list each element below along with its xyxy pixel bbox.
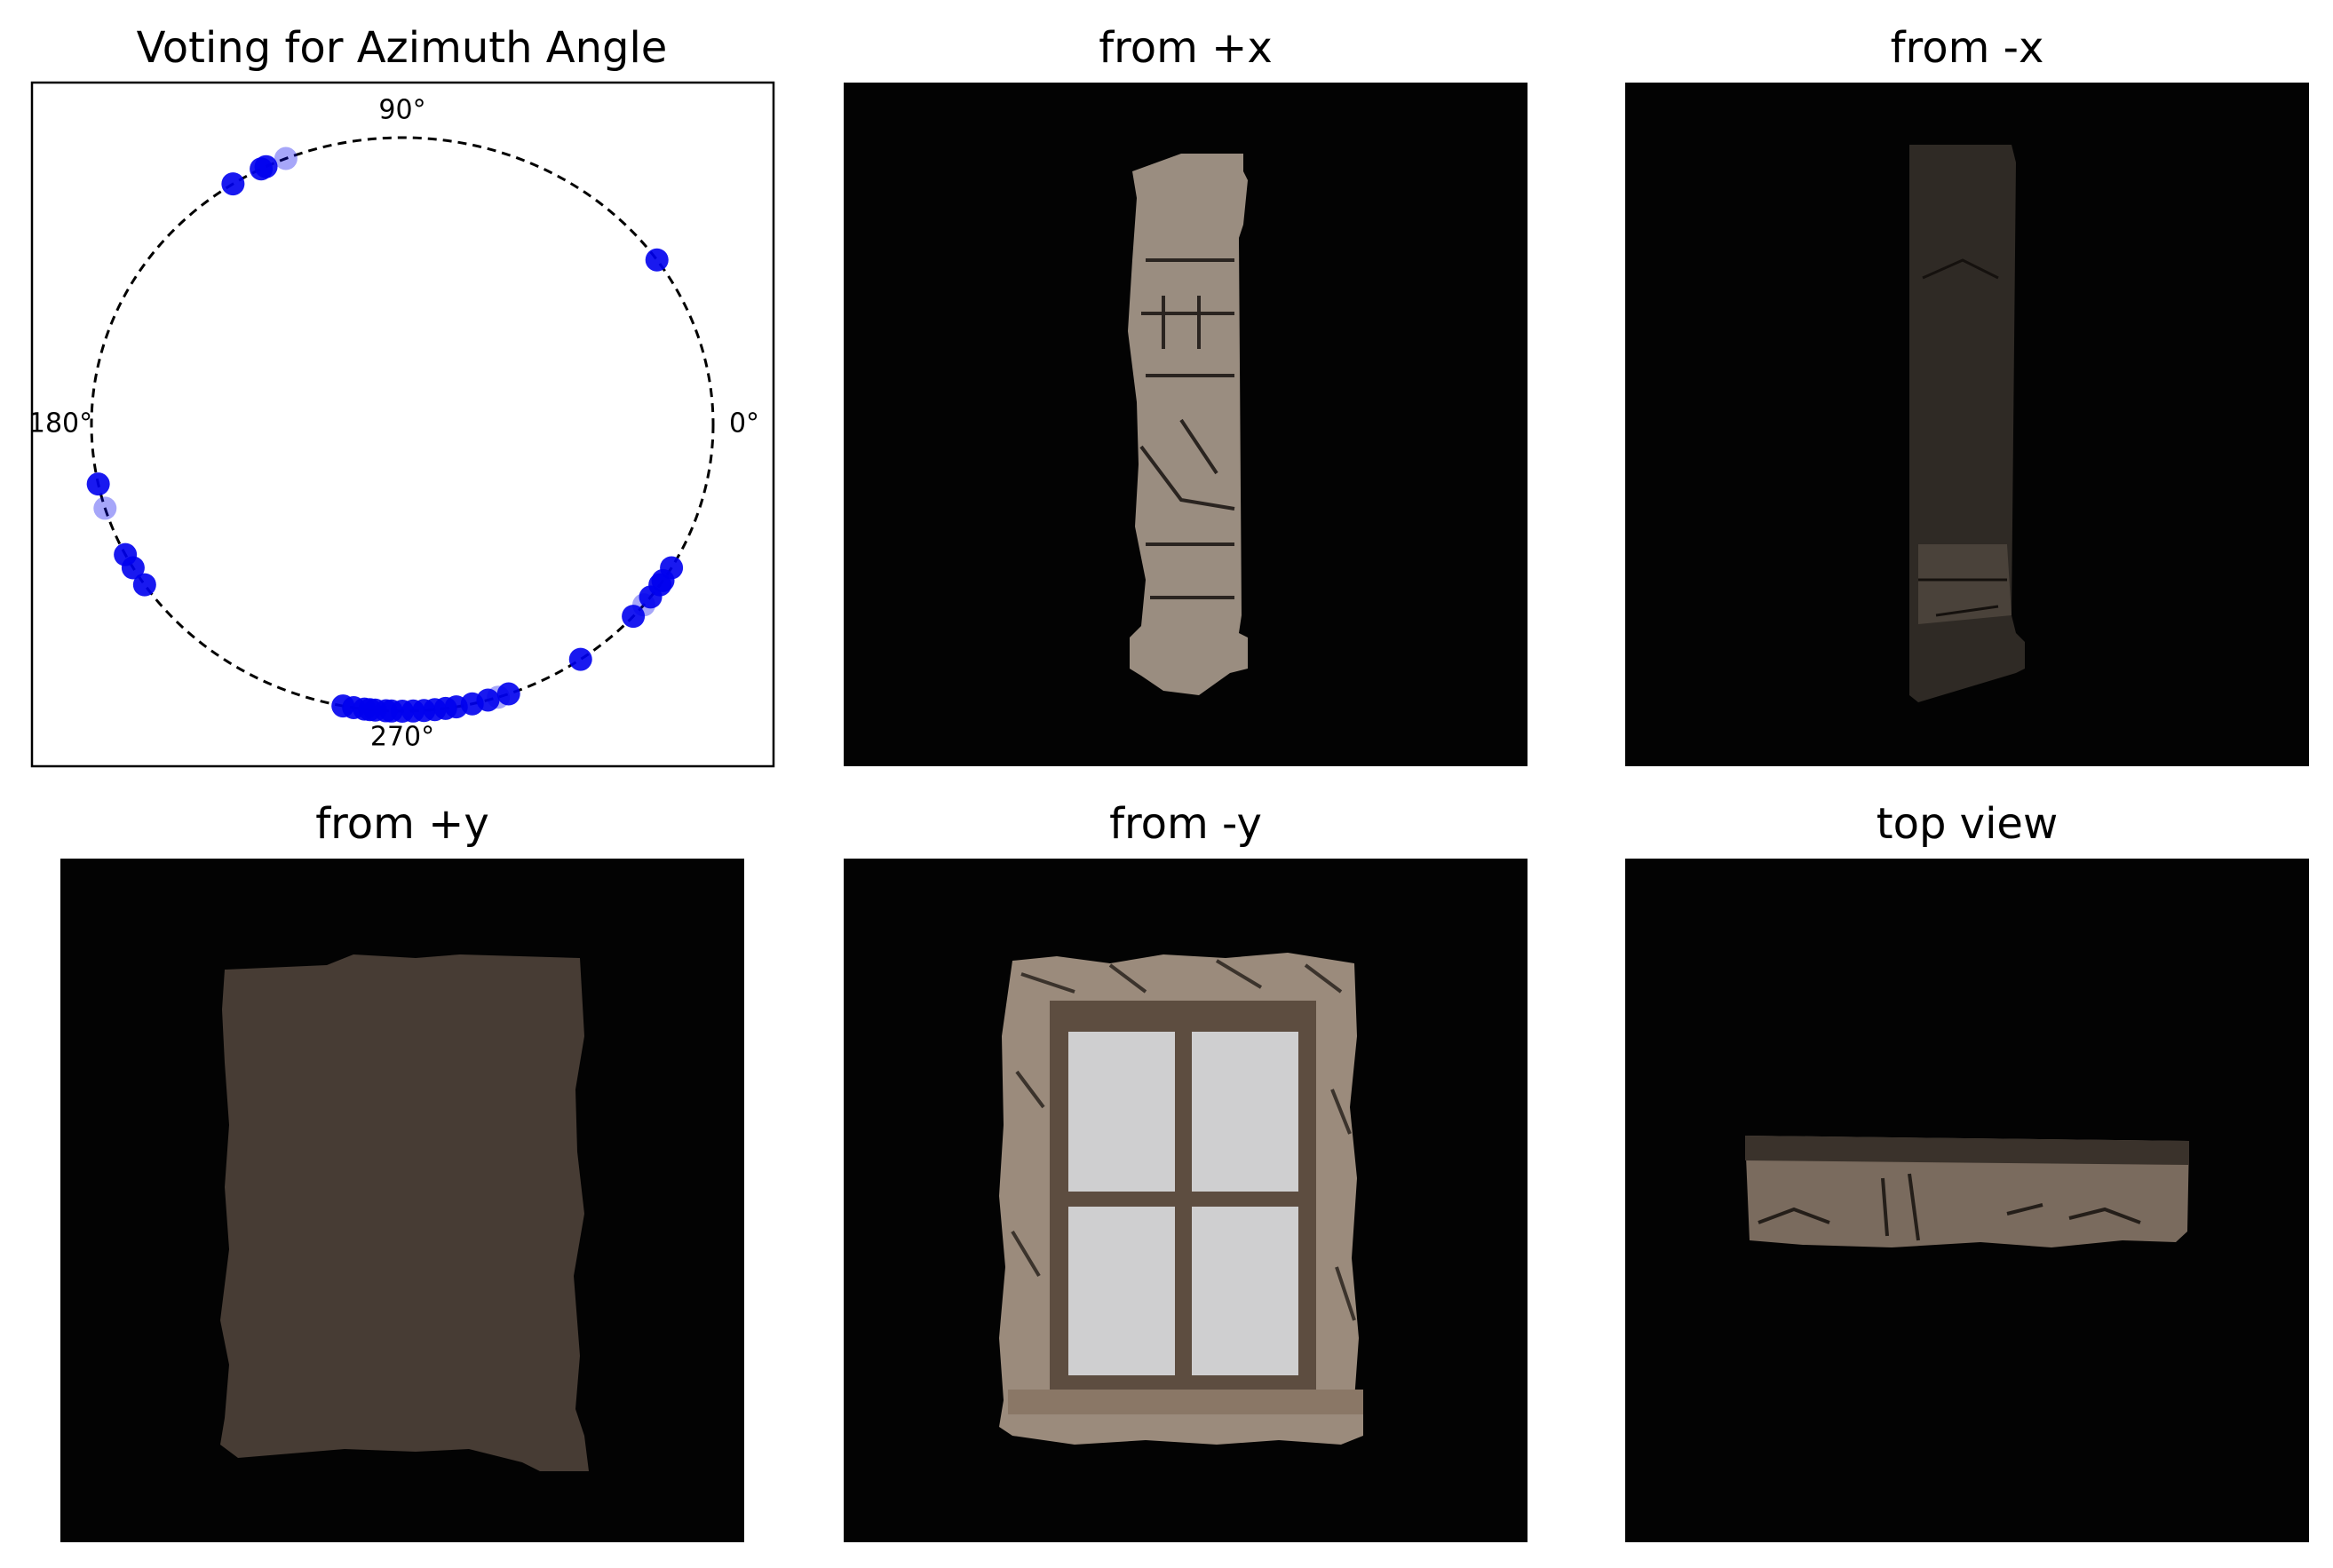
panel-title-from-minus-y: from -y — [1109, 799, 1262, 849]
window-pane-top-left — [1068, 1032, 1175, 1192]
top-shadow — [1745, 1136, 2189, 1165]
vote-point — [250, 157, 274, 181]
vote-point — [353, 697, 377, 721]
vote-point — [476, 688, 500, 712]
vote-point — [632, 593, 656, 617]
vote-point — [645, 248, 669, 272]
vote-point — [331, 694, 355, 718]
angle-label-180: 180° — [28, 408, 92, 440]
vote-point — [274, 147, 298, 170]
window-pane-top-right — [1192, 1032, 1298, 1192]
vote-point — [121, 556, 145, 580]
back-plate-shape — [220, 954, 589, 1471]
render-from-plus-y — [60, 859, 744, 1542]
render-top-view — [1625, 859, 2309, 1542]
angle-label-90: 90° — [378, 95, 425, 126]
panel-title-from-minus-x: from -x — [1890, 23, 2044, 73]
render-from-plus-x — [844, 83, 1528, 766]
vote-point — [254, 154, 278, 178]
window-pane-bottom-left — [1068, 1207, 1175, 1375]
vote-point — [132, 573, 156, 597]
vote-point — [444, 695, 468, 719]
window-pane-bottom-right — [1192, 1207, 1298, 1375]
vote-point — [412, 699, 436, 723]
vote-point — [648, 573, 672, 597]
vote-point — [433, 696, 457, 720]
vote-point — [221, 172, 245, 196]
vote-point — [423, 698, 447, 722]
reference-circle — [90, 136, 715, 713]
vote-point — [487, 685, 511, 709]
vote-point — [86, 472, 110, 496]
vote-point — [114, 542, 138, 566]
panel-title-top-view: top view — [1876, 799, 2059, 849]
vote-point — [342, 696, 366, 720]
vote-point — [651, 568, 675, 592]
angle-label-270: 270° — [370, 722, 434, 753]
vote-point — [622, 605, 646, 629]
side-profile-shape — [1128, 154, 1248, 695]
vote-point — [374, 699, 398, 723]
vote-point — [639, 585, 663, 609]
vote-point — [460, 692, 484, 716]
vote-point — [496, 682, 520, 706]
panel-title-from-plus-x: from +x — [1099, 23, 1273, 73]
vote-point — [358, 698, 382, 722]
chart-axes-frame — [30, 81, 775, 768]
panel-title-from-plus-y: from +y — [315, 799, 489, 849]
vote-point — [660, 556, 684, 580]
vote-point — [363, 698, 387, 722]
angle-label-0: 0° — [729, 408, 759, 440]
vote-point — [401, 699, 425, 723]
render-from-minus-y — [844, 859, 1528, 1542]
vote-point — [93, 496, 117, 520]
vote-point — [379, 699, 403, 723]
vote-point — [391, 700, 414, 723]
render-from-minus-x — [1625, 83, 2309, 766]
chart-title: Voting for Azimuth Angle — [136, 23, 668, 73]
vote-point — [568, 647, 592, 671]
window-sill — [1008, 1390, 1363, 1414]
